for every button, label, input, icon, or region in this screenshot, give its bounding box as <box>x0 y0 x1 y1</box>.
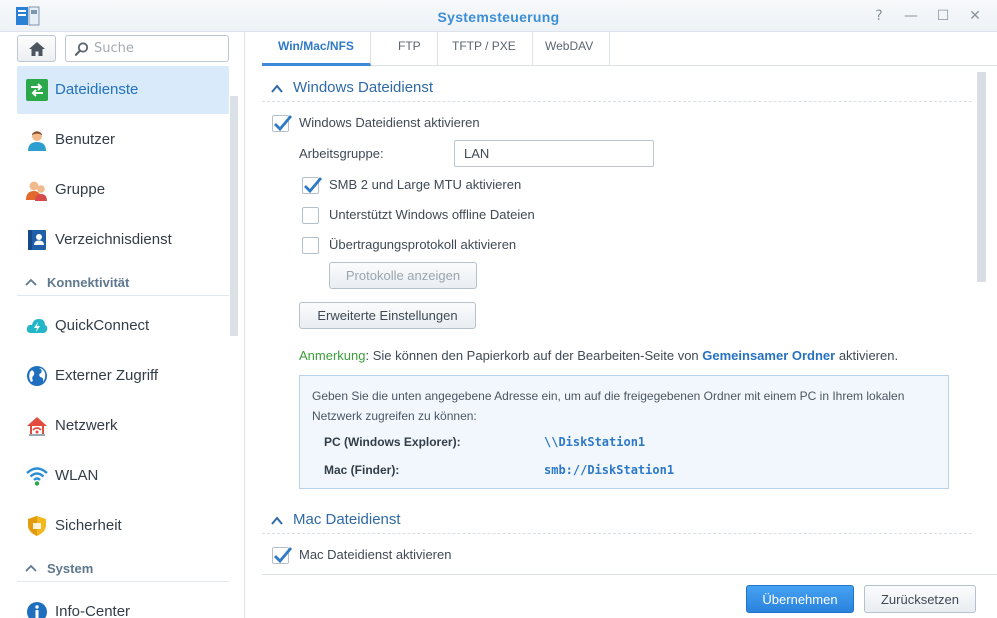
tab-win-mac-nfs[interactable]: Win/Mac/NFS <box>262 32 371 66</box>
show-protocols-button[interactable]: Protokolle anzeigen <box>329 262 477 289</box>
tab-ftp[interactable]: FTP <box>382 32 438 66</box>
footer-bar: Übernehmen Zurücksetzen <box>262 574 997 618</box>
sidebar-item-label: Dateidienste <box>55 81 139 98</box>
quickconnect-icon <box>26 315 48 337</box>
settings-content: Windows Dateidienst Windows Dateidienst … <box>262 72 988 572</box>
globe-icon <box>26 365 48 387</box>
transfer-protocol-checkbox[interactable] <box>302 237 319 254</box>
sidebar-item-benutzer[interactable]: Benutzer <box>17 116 229 164</box>
mac-service-enable-checkbox[interactable] <box>272 547 293 564</box>
note-text: : Sie können den Papierkorb auf der Bear… <box>365 348 703 363</box>
sidebar-item-label: Gruppe <box>55 181 106 198</box>
mac-address-value: smb://DiskStation1 <box>544 463 675 477</box>
sidebar-scrollbar[interactable] <box>230 96 238 336</box>
section-title: Windows Dateidienst <box>293 79 434 96</box>
sidebar-item-label: WLAN <box>55 467 99 484</box>
sidebar-item-quickconnect[interactable]: QuickConnect <box>17 302 229 350</box>
section-label: System <box>47 561 94 576</box>
file-services-icon <box>26 79 48 101</box>
sidebar-item-sicherheit[interactable]: Sicherheit <box>17 502 229 550</box>
sidebar-item-label: Externer Zugriff <box>55 367 159 384</box>
tab-webdav[interactable]: WebDAV <box>529 32 611 66</box>
sidebar-item-gruppe[interactable]: Gruppe <box>17 166 229 214</box>
checkmark-icon <box>304 177 323 194</box>
group-icon <box>26 179 48 201</box>
offline-files-checkbox[interactable] <box>302 207 319 224</box>
maximize-icon[interactable]: ☐ <box>934 7 952 25</box>
sidebar-item-label: Netzwerk <box>55 417 118 434</box>
network-address-info-box: Geben Sie die unten angegebene Adresse e… <box>299 375 949 489</box>
shared-folder-link[interactable]: Gemeinsamer Ordner <box>702 348 835 363</box>
shield-icon <box>26 515 48 537</box>
mac-address-label: Mac (Finder): <box>324 463 400 477</box>
sidebar-item-verzeichnisdienst[interactable]: Verzeichnisdienst <box>17 216 229 264</box>
recycle-bin-note: Anmerkung: Sie können den Papierkorb auf… <box>299 348 898 363</box>
sidebar-item-label: Info-Center <box>55 603 131 618</box>
search-input[interactable] <box>94 39 224 58</box>
workgroup-label: Arbeitsgruppe: <box>299 146 384 161</box>
sidebar-item-wlan[interactable]: WLAN <box>17 452 229 500</box>
windows-service-enable-checkbox[interactable] <box>272 115 293 132</box>
search-box[interactable] <box>65 35 229 62</box>
close-icon[interactable]: ✕ <box>966 7 984 25</box>
checkmark-icon <box>274 115 293 132</box>
pc-address-value: \\DiskStation1 <box>544 435 646 449</box>
minimize-icon[interactable]: — <box>902 7 920 25</box>
smb2-label: SMB 2 und Large MTU aktivieren <box>329 177 522 192</box>
title-bar: Systemsteuerung ? — ☐ ✕ <box>0 0 997 32</box>
chevron-up-icon <box>271 516 283 525</box>
advanced-settings-button[interactable]: Erweiterte Einstellungen <box>299 302 476 329</box>
section-konnektivitaet[interactable]: Konnektivität <box>17 270 229 296</box>
sidebar: Dateidienste Benutzer Gruppe Verzeichnis… <box>0 32 245 618</box>
info-description: Geben Sie die unten angegebene Adresse e… <box>312 389 905 423</box>
section-system[interactable]: System <box>17 556 229 582</box>
sidebar-item-info-center[interactable]: Info-Center <box>17 588 229 618</box>
windows-service-enable-label: Windows Dateidienst aktivieren <box>299 115 480 130</box>
tab-tftp-pxe[interactable]: TFTP / PXE <box>436 32 533 66</box>
section-title: Mac Dateidienst <box>293 511 401 528</box>
content-scrollbar[interactable] <box>977 72 986 282</box>
window-title: Systemsteuerung <box>437 9 560 25</box>
sidebar-item-label: Sicherheit <box>55 517 122 534</box>
section-mac-file-service[interactable]: Mac Dateidienst <box>262 504 972 534</box>
smb2-checkbox[interactable] <box>302 177 323 194</box>
network-house-icon <box>26 415 48 437</box>
section-label: Konnektivität <box>47 275 130 290</box>
apply-button[interactable]: Übernehmen <box>746 585 854 613</box>
help-icon[interactable]: ? <box>870 7 888 25</box>
sidebar-item-label: QuickConnect <box>55 317 150 334</box>
chevron-up-icon <box>25 278 37 286</box>
note-suffix: aktivieren. <box>835 348 899 363</box>
sidebar-item-netzwerk[interactable]: Netzwerk <box>17 402 229 450</box>
wifi-icon <box>26 465 48 487</box>
note-prefix: Anmerkung <box>299 348 366 363</box>
home-button[interactable] <box>17 35 56 62</box>
offline-files-label: Unterstützt Windows offline Dateien <box>329 207 535 222</box>
pc-address-label: PC (Windows Explorer): <box>324 435 461 449</box>
reset-button[interactable]: Zurücksetzen <box>864 585 976 613</box>
sidebar-item-label: Verzeichnisdienst <box>55 231 172 248</box>
main-panel: Win/Mac/NFS FTP TFTP / PXE WebDAV Window… <box>246 32 997 618</box>
chevron-up-icon <box>25 564 37 572</box>
info-icon <box>26 601 48 618</box>
workgroup-input[interactable] <box>454 140 654 167</box>
transfer-protocol-label: Übertragungsprotokoll aktivieren <box>329 237 517 252</box>
sidebar-item-label: Benutzer <box>55 131 116 148</box>
user-icon <box>26 129 48 151</box>
search-icon <box>75 42 89 56</box>
sidebar-item-externer-zugriff[interactable]: Externer Zugriff <box>17 352 229 400</box>
directory-icon <box>26 229 48 251</box>
home-icon <box>29 42 45 56</box>
section-windows-file-service[interactable]: Windows Dateidienst <box>262 72 972 102</box>
checkmark-icon <box>274 547 293 564</box>
mac-service-enable-label: Mac Dateidienst aktivieren <box>299 547 452 562</box>
sidebar-item-dateidienste[interactable]: Dateidienste <box>17 66 229 114</box>
chevron-up-icon <box>271 84 283 93</box>
tab-bar: Win/Mac/NFS FTP TFTP / PXE WebDAV <box>262 32 997 66</box>
